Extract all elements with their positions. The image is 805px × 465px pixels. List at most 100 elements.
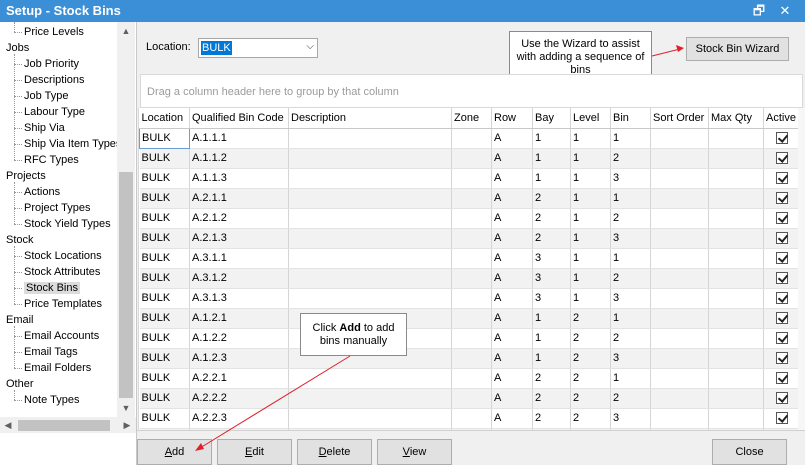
table-cell[interactable]: 2: [532, 368, 571, 389]
column-header[interactable]: Active: [763, 108, 798, 129]
active-cell[interactable]: [763, 328, 798, 349]
group-by-panel[interactable]: Drag a column header here to group by th…: [140, 74, 803, 108]
table-cell[interactable]: [708, 188, 764, 209]
table-cell[interactable]: [708, 388, 764, 409]
table-cell[interactable]: 3: [610, 288, 651, 309]
table-cell[interactable]: 1: [570, 228, 611, 249]
table-cell[interactable]: 1: [532, 348, 571, 369]
table-cell[interactable]: 3: [610, 408, 651, 429]
table-cell[interactable]: BULK: [139, 248, 190, 269]
active-checkbox[interactable]: [776, 352, 788, 365]
table-cell[interactable]: [288, 368, 452, 389]
table-cell[interactable]: BULK: [139, 148, 190, 169]
table-cell[interactable]: A.2.2.1: [189, 368, 289, 389]
tree-item[interactable]: Ship Via: [24, 120, 65, 136]
table-cell[interactable]: [708, 268, 764, 289]
table-cell[interactable]: 1: [532, 128, 571, 149]
tree-item[interactable]: Project Types: [24, 200, 90, 216]
table-cell[interactable]: BULK: [139, 228, 190, 249]
table-cell[interactable]: A.1.1.2: [189, 148, 289, 169]
table-cell[interactable]: [650, 228, 709, 249]
delete-button[interactable]: Delete: [297, 439, 372, 465]
table-cell[interactable]: [708, 168, 764, 189]
table-cell[interactable]: [650, 368, 709, 389]
close-button[interactable]: Close: [712, 439, 787, 465]
table-row[interactable]: BULK A.3.1.1 A 3 1 1: [139, 248, 798, 269]
column-header[interactable]: Description: [288, 108, 452, 129]
table-cell[interactable]: 1: [532, 148, 571, 169]
stock-bin-wizard-button[interactable]: Stock Bin Wizard: [686, 37, 789, 61]
table-cell[interactable]: 1: [532, 328, 571, 349]
table-cell[interactable]: 1: [570, 288, 611, 309]
table-cell[interactable]: A: [491, 348, 533, 369]
table-row[interactable]: BULK A.1.1.2 A 1 1 2: [139, 148, 798, 169]
close-icon[interactable]: ✕: [776, 2, 794, 20]
table-cell[interactable]: BULK: [139, 328, 190, 349]
tree-item[interactable]: Email Accounts: [24, 328, 99, 344]
table-cell[interactable]: [650, 328, 709, 349]
tree-item[interactable]: Actions: [24, 184, 60, 200]
hscroll-thumb[interactable]: [18, 420, 110, 431]
table-cell[interactable]: [708, 408, 764, 429]
table-cell[interactable]: A: [491, 308, 533, 329]
active-checkbox[interactable]: [776, 132, 788, 145]
tree-item[interactable]: Job Type: [24, 88, 68, 104]
table-cell[interactable]: A.3.1.2: [189, 268, 289, 289]
table-cell[interactable]: 3: [610, 228, 651, 249]
table-cell[interactable]: A: [491, 188, 533, 209]
table-cell[interactable]: 3: [610, 348, 651, 369]
active-checkbox[interactable]: [776, 152, 788, 165]
tree-item[interactable]: Job Priority: [24, 56, 79, 72]
tree-horizontal-scrollbar[interactable]: ◀ ▶: [0, 417, 136, 433]
active-cell[interactable]: [763, 148, 798, 169]
restore-icon[interactable]: 🗗: [750, 2, 768, 20]
table-cell[interactable]: A: [491, 228, 533, 249]
active-checkbox[interactable]: [776, 412, 788, 425]
active-checkbox[interactable]: [776, 292, 788, 305]
active-checkbox[interactable]: [776, 232, 788, 245]
table-row[interactable]: BULK A.2.2.3 A 2 2 3: [139, 408, 798, 429]
scroll-up-icon[interactable]: ▲: [117, 22, 135, 40]
table-cell[interactable]: [650, 408, 709, 429]
active-cell[interactable]: [763, 128, 798, 149]
active-cell[interactable]: [763, 268, 798, 289]
active-checkbox[interactable]: [776, 212, 788, 225]
table-cell[interactable]: [708, 208, 764, 229]
table-row[interactable]: BULK A.3.1.3 A 3 1 3: [139, 288, 798, 309]
active-cell[interactable]: [763, 248, 798, 269]
table-cell[interactable]: BULK: [139, 188, 190, 209]
grid-vertical-scrollbar[interactable]: [798, 108, 805, 430]
table-cell[interactable]: [451, 388, 492, 409]
table-cell[interactable]: 3: [532, 248, 571, 269]
table-cell[interactable]: [451, 328, 492, 349]
table-row[interactable]: BULK A.1.2.1 A 1 2 1: [139, 308, 798, 329]
table-cell[interactable]: [451, 368, 492, 389]
table-cell[interactable]: 1: [570, 248, 611, 269]
table-cell[interactable]: 1: [610, 368, 651, 389]
table-cell[interactable]: [451, 408, 492, 429]
table-row[interactable]: BULK A.1.2.2 A 1 2 2: [139, 328, 798, 349]
table-cell[interactable]: A.3.1.1: [189, 248, 289, 269]
table-cell[interactable]: 2: [610, 388, 651, 409]
tree-item[interactable]: Labour Type: [24, 104, 85, 120]
table-cell[interactable]: A: [491, 368, 533, 389]
column-header[interactable]: Zone: [451, 108, 492, 129]
tree-group[interactable]: Jobs: [6, 40, 29, 56]
view-button[interactable]: View: [377, 439, 452, 465]
table-cell[interactable]: 2: [610, 268, 651, 289]
table-cell[interactable]: BULK: [139, 208, 190, 229]
table-cell[interactable]: [451, 148, 492, 169]
active-cell[interactable]: [763, 288, 798, 309]
scroll-left-icon[interactable]: ◀: [0, 417, 16, 433]
table-cell[interactable]: 2: [532, 208, 571, 229]
active-checkbox[interactable]: [776, 252, 788, 265]
table-cell[interactable]: A: [491, 288, 533, 309]
table-cell[interactable]: [650, 208, 709, 229]
table-cell[interactable]: 1: [570, 148, 611, 169]
table-cell[interactable]: A: [491, 328, 533, 349]
table-cell[interactable]: [451, 288, 492, 309]
table-cell[interactable]: [650, 248, 709, 269]
add-button[interactable]: Add: [137, 439, 212, 465]
table-cell[interactable]: [451, 228, 492, 249]
table-cell[interactable]: A.1.1.3: [189, 168, 289, 189]
